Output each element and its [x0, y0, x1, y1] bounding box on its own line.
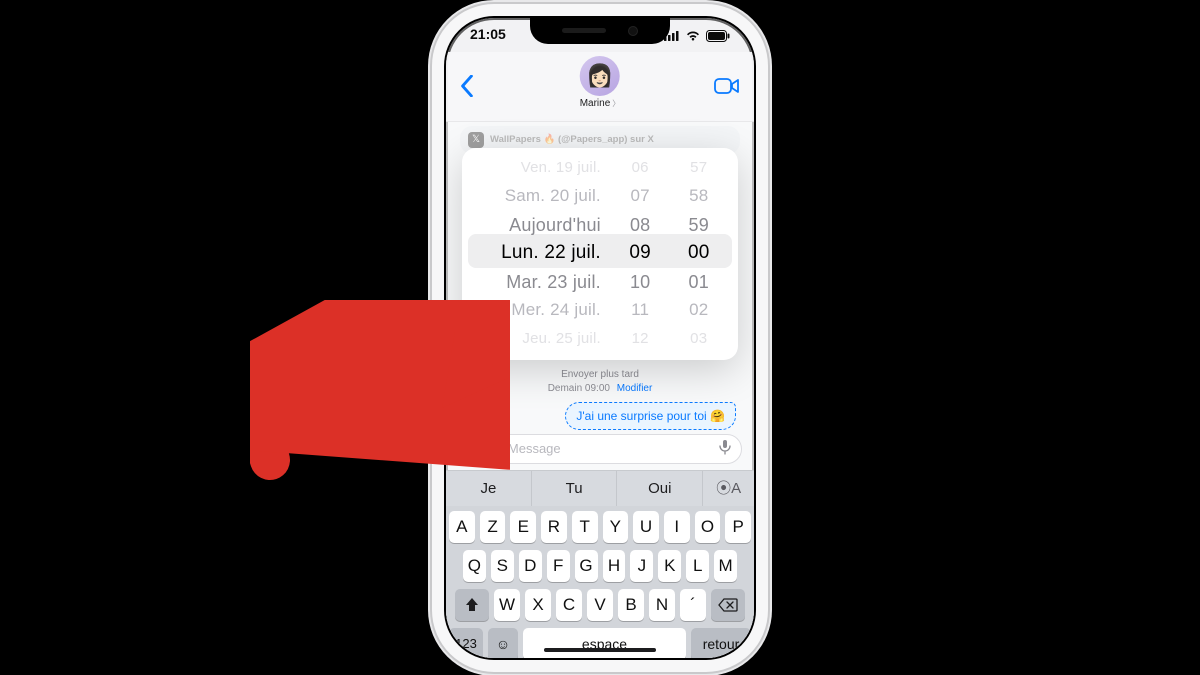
key-letter[interactable]: M [714, 550, 737, 582]
facetime-button[interactable] [714, 77, 740, 95]
key-letter[interactable]: T [572, 511, 598, 543]
key-letter[interactable]: E [510, 511, 536, 543]
key-letter[interactable]: F [547, 550, 570, 582]
picker-hour-option[interactable]: 07 [611, 182, 670, 211]
picker-hour-option[interactable]: 06 [611, 154, 670, 183]
iphone-frame: 21:05 👩🏻 Marine〉 𝕏 WallPapers 🔥 (@Papers… [446, 18, 754, 658]
send-later-time: Demain 09:00 [548, 383, 610, 394]
picker-day-option[interactable]: Jeu. 25 juil. [472, 325, 601, 354]
key-letter[interactable]: Y [603, 511, 629, 543]
key-emoji[interactable]: ☺ [488, 628, 518, 658]
key-letter[interactable]: I [664, 511, 690, 543]
key-letter[interactable]: D [519, 550, 542, 582]
picker-minute-option[interactable]: 00 [669, 239, 728, 268]
contact-name-label: Marine [580, 98, 611, 109]
key-letter[interactable]: B [618, 589, 644, 621]
key-numbers[interactable]: 123 [449, 628, 483, 658]
picker-day-option[interactable]: Mar. 23 juil. [472, 268, 601, 297]
key-letter[interactable]: K [658, 550, 681, 582]
key-letter[interactable]: O [695, 511, 721, 543]
key-letter[interactable]: A [449, 511, 475, 543]
picker-hour-option[interactable]: 11 [611, 296, 670, 325]
key-space[interactable]: espace [523, 628, 686, 658]
conversation-header: 👩🏻 Marine〉 [446, 52, 754, 122]
shift-icon [464, 597, 480, 613]
datetime-picker[interactable]: Ven. 19 juil. Sam. 20 juil. Aujourd'hui … [462, 148, 738, 360]
message-input[interactable]: iMessage [494, 434, 742, 464]
picker-minute-option[interactable]: 03 [669, 325, 728, 354]
key-letter[interactable]: S [491, 550, 514, 582]
picker-minute-wheel[interactable]: 57 58 59 00 01 02 03 [669, 154, 728, 354]
key-shift[interactable] [455, 589, 489, 621]
key-letter[interactable]: W [494, 589, 520, 621]
key-letter[interactable]: G [575, 550, 598, 582]
send-later-label: Envoyer plus tard Demain 09:00 Modifier [446, 368, 754, 396]
attach-button[interactable]: ＋ [458, 435, 486, 463]
chevron-left-icon [460, 75, 474, 97]
keyboard: A Z E R T Y U I O P Q S D F G H J K L M [446, 506, 754, 658]
send-later-edit-button[interactable]: Modifier [617, 383, 653, 394]
picker-day-option[interactable]: Aujourd'hui [472, 211, 601, 240]
message-placeholder: iMessage [505, 441, 561, 456]
predictive-suggestion[interactable]: Tu [532, 471, 618, 506]
key-letter[interactable]: Z [480, 511, 506, 543]
picker-minute-option[interactable]: 58 [669, 182, 728, 211]
key-letter[interactable]: X [525, 589, 551, 621]
notch [530, 18, 670, 44]
key-return[interactable]: retour [691, 628, 751, 658]
key-letter[interactable]: P [725, 511, 751, 543]
picker-day-wheel[interactable]: Ven. 19 juil. Sam. 20 juil. Aujourd'hui … [472, 154, 611, 354]
status-icons [664, 26, 730, 46]
picker-day-option[interactable]: Ven. 19 juil. [472, 154, 601, 183]
picker-minute-option[interactable]: 59 [669, 211, 728, 240]
predictive-suggestion[interactable]: Je [446, 471, 532, 506]
picker-minute-option[interactable]: 02 [669, 296, 728, 325]
home-indicator[interactable] [544, 648, 656, 652]
scheduled-message-bubble[interactable]: J'ai une surprise pour toi 🤗 [565, 402, 736, 430]
predictive-bar: Je Tu Oui ⦿A [446, 470, 754, 506]
dictation-inline-icon[interactable] [719, 439, 731, 458]
picker-hour-option[interactable]: 08 [611, 211, 670, 240]
key-letter[interactable]: L [686, 550, 709, 582]
key-letter[interactable]: R [541, 511, 567, 543]
status-time: 21:05 [470, 26, 506, 46]
key-letter[interactable]: J [630, 550, 653, 582]
picker-minute-option[interactable]: 01 [669, 268, 728, 297]
key-letter[interactable]: C [556, 589, 582, 621]
picker-day-option[interactable]: Sam. 20 juil. [472, 182, 601, 211]
contact-button[interactable]: 👩🏻 Marine〉 [580, 56, 621, 109]
key-letter[interactable]: V [587, 589, 613, 621]
picker-day-option[interactable]: Mer. 24 juil. [472, 296, 601, 325]
key-letter[interactable]: N [649, 589, 675, 621]
battery-icon [706, 30, 730, 42]
composer-bar: ＋ iMessage [458, 432, 742, 466]
predictive-format-key[interactable]: ⦿A [703, 471, 754, 506]
chevron-right-icon: 〉 [612, 98, 620, 109]
keyboard-row-4: 123 ☺ espace retour [449, 628, 751, 658]
predictive-suggestion[interactable]: Oui [617, 471, 703, 506]
key-letter[interactable]: U [633, 511, 659, 543]
key-letter[interactable]: ´ [680, 589, 706, 621]
wifi-icon [685, 30, 701, 41]
send-later-title: Envoyer plus tard [446, 368, 754, 382]
key-letter[interactable]: H [603, 550, 626, 582]
key-backspace[interactable] [711, 589, 745, 621]
picker-hour-option[interactable]: 12 [611, 325, 670, 354]
backspace-icon [718, 598, 738, 612]
picker-hour-option[interactable]: 09 [611, 239, 670, 268]
picker-hour-wheel[interactable]: 06 07 08 09 10 11 12 [611, 154, 670, 354]
keyboard-row-2: Q S D F G H J K L M [449, 550, 751, 582]
keyboard-row-3: W X C V B N ´ [449, 589, 751, 621]
picker-minute-option[interactable]: 57 [669, 154, 728, 183]
picker-hour-option[interactable]: 10 [611, 268, 670, 297]
key-letter[interactable]: Q [463, 550, 486, 582]
keyboard-row-1: A Z E R T Y U I O P [449, 511, 751, 543]
contact-avatar: 👩🏻 [580, 56, 620, 96]
video-icon [714, 77, 740, 95]
back-button[interactable] [460, 75, 474, 97]
picker-day-option[interactable]: Lun. 22 juil. [472, 239, 601, 268]
